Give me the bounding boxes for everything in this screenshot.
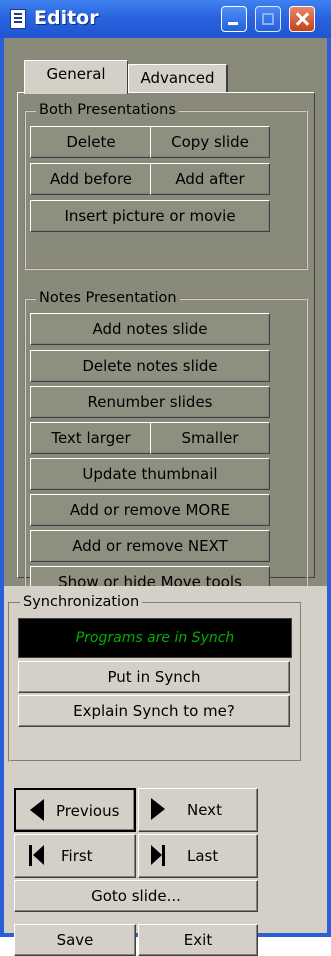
document-icon xyxy=(10,9,26,29)
close-icon[interactable] xyxy=(289,6,315,32)
group-legend-notes: Notes Presentation xyxy=(36,289,180,307)
tab-general[interactable]: General xyxy=(24,60,128,94)
sync-status-display: Programs are in Synch xyxy=(18,618,292,658)
minimize-icon[interactable] xyxy=(221,6,247,32)
arrow-left-icon xyxy=(30,799,44,821)
tab-advanced[interactable]: Advanced xyxy=(128,64,228,92)
group-legend-both: Both Presentations xyxy=(36,101,179,119)
put-in-synch-button[interactable]: Put in Synch xyxy=(18,661,290,693)
group-legend-sync: Synchronization xyxy=(20,593,143,611)
window-client: General Advanced Both Presentations Dele… xyxy=(4,38,327,956)
last-button[interactable]: Last xyxy=(138,834,258,878)
save-button[interactable]: Save xyxy=(14,924,136,956)
previous-button[interactable]: Previous xyxy=(14,788,136,832)
explain-synch-button[interactable]: Explain Synch to me? xyxy=(18,695,290,727)
text-larger-button[interactable]: Text larger xyxy=(30,422,152,454)
exit-button[interactable]: Exit xyxy=(138,924,258,956)
window-title: Editor xyxy=(34,7,99,29)
delete-button[interactable]: Delete xyxy=(30,126,152,158)
add-notes-slide-button[interactable]: Add notes slide xyxy=(30,313,270,345)
delete-notes-slide-button[interactable]: Delete notes slide xyxy=(30,350,270,382)
previous-label: Previous xyxy=(56,802,120,820)
copy-slide-button[interactable]: Copy slide xyxy=(150,126,270,158)
next-button[interactable]: Next xyxy=(138,788,258,832)
general-panel: Both Presentations Delete Copy slide Add… xyxy=(17,92,315,654)
first-slide-icon xyxy=(29,845,45,867)
goto-slide-button[interactable]: Goto slide... xyxy=(14,880,258,912)
renumber-slides-button[interactable]: Renumber slides xyxy=(30,386,270,418)
editor-window: Editor General Advanced Both Presentatio… xyxy=(0,0,331,956)
add-remove-more-button[interactable]: Add or remove MORE xyxy=(30,494,270,526)
next-label: Next xyxy=(187,801,222,819)
last-label: Last xyxy=(187,847,219,865)
first-label: First xyxy=(61,847,93,865)
add-after-button[interactable]: Add after xyxy=(150,163,270,195)
add-before-button[interactable]: Add before xyxy=(30,163,152,195)
tab-control: General Advanced Both Presentations Dele… xyxy=(4,38,327,654)
lower-panel: Synchronization Programs are in Synch Pu… xyxy=(4,586,327,956)
last-slide-icon xyxy=(151,845,167,867)
both-presentations-group: Both Presentations Delete Copy slide Add… xyxy=(24,101,308,270)
update-thumbnail-button[interactable]: Update thumbnail xyxy=(30,458,270,490)
insert-picture-button[interactable]: Insert picture or movie xyxy=(30,200,270,232)
text-smaller-button[interactable]: Smaller xyxy=(150,422,270,454)
maximize-icon[interactable] xyxy=(255,6,281,32)
synchronization-group: Synchronization Programs are in Synch Pu… xyxy=(8,593,302,762)
arrow-right-icon xyxy=(151,798,165,820)
title-bar[interactable]: Editor xyxy=(0,0,331,38)
add-remove-next-button[interactable]: Add or remove NEXT xyxy=(30,530,270,562)
first-button[interactable]: First xyxy=(14,834,136,878)
